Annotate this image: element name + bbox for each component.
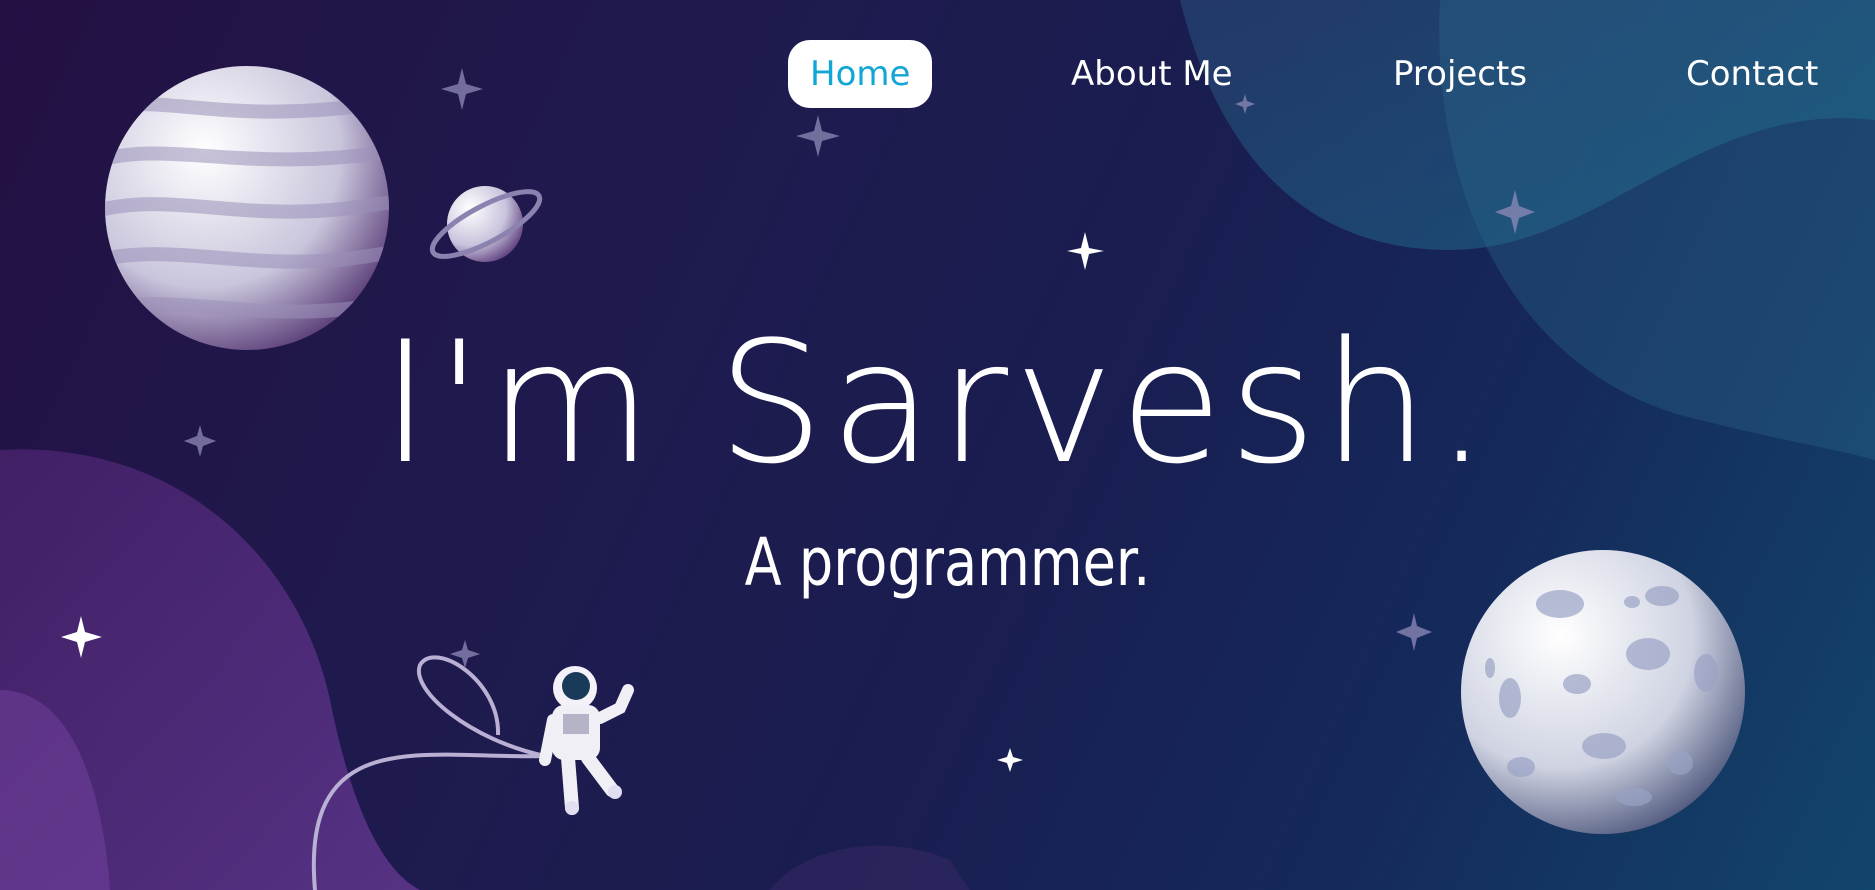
dark-blob-bottom	[770, 845, 970, 890]
hero-title: I'm Sarvesh.	[380, 305, 1495, 501]
ringed-planet-icon	[429, 186, 543, 262]
main-nav: Home About Me Projects Contact	[788, 40, 1838, 108]
hero-subtitle: A programmer.	[744, 524, 1151, 601]
nav-about-link[interactable]: About Me	[1071, 40, 1233, 108]
nav-home-link[interactable]: Home	[788, 40, 933, 108]
striped-planet-icon	[105, 66, 389, 350]
nav-projects-link[interactable]: Projects	[1393, 40, 1527, 108]
nav-contact-link[interactable]: Contact	[1686, 40, 1818, 108]
